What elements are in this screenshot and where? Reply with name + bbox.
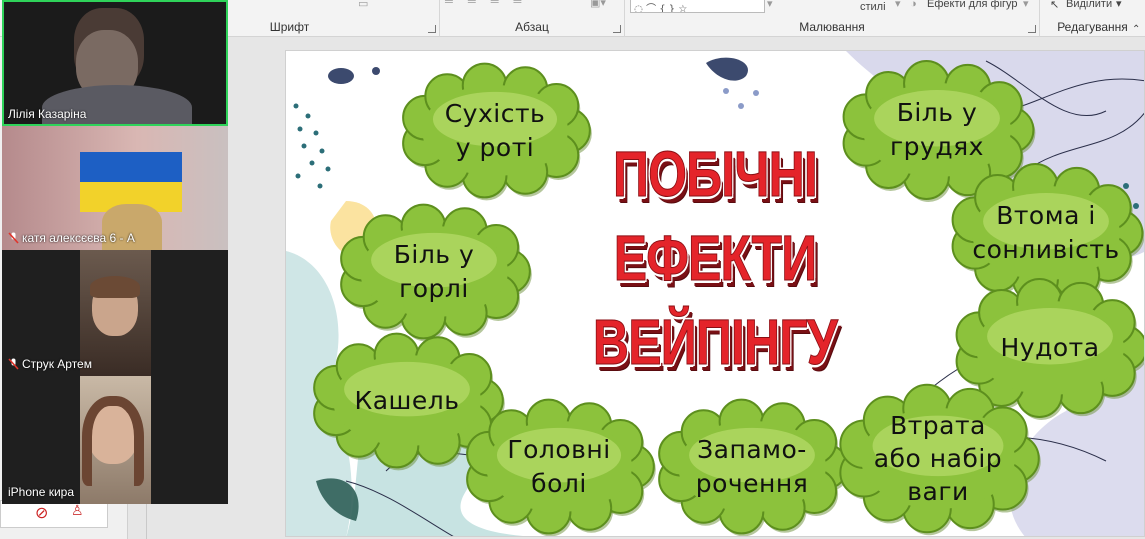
paragraph-dialog-launcher-icon[interactable] — [613, 25, 621, 33]
font-size-icon[interactable]: ▭ — [358, 0, 368, 10]
muted-mic-icon — [8, 358, 19, 370]
cloud-label-fatigue: Втома і сонливість — [972, 201, 1120, 264]
select-dropdown-icon[interactable]: ▾ — [1116, 0, 1122, 10]
slide-canvas[interactable]: ПОБІЧНІ ЕФЕКТИ ВЕЙПІНГУ Сухість у роті Б… — [285, 50, 1145, 537]
ribbon-group-drawing-label: Малювання — [799, 20, 865, 34]
figure-icon: ♙ — [71, 503, 84, 519]
no-vaping-icon: ⊘ — [35, 503, 49, 522]
collapse-ribbon-icon[interactable]: ⌃ — [1132, 24, 1140, 35]
cloud-label-weight-change: Втрата або набір ваги — [873, 411, 1003, 506]
participant-name-text-2: катя алексєєва 6 - А — [22, 231, 135, 245]
cloud-cough[interactable]: Кашель — [313, 332, 505, 471]
participant-name-text-4: iPhone кира — [8, 485, 74, 499]
participant-name-2: катя алексєєва 6 - А — [8, 231, 135, 245]
ribbon-group-editing-label: Редагування — [1057, 20, 1128, 34]
participant-name-text-3: Струк Артем — [22, 357, 92, 371]
select-button[interactable]: Виділити — [1066, 0, 1112, 10]
select-cursor-icon[interactable]: ↖ — [1050, 0, 1059, 11]
cloud-label-dizziness: Запамо- рочення — [695, 434, 809, 498]
styles-dropdown-icon[interactable]: ▾ — [895, 0, 901, 10]
cloud-dizziness[interactable]: Запамо- рочення — [658, 398, 850, 536]
ribbon-group-drawing: ◌ ⌒ { } ☆ ▾ стилі ▾ ◑ Ефекти для фігур ▾… — [625, 0, 1040, 37]
participant-name-3: Струк Артем — [8, 357, 92, 371]
shapes-gallery[interactable]: ◌ ⌒ { } ☆ — [630, 0, 765, 13]
cloud-label-headaches: Головні болі — [507, 434, 611, 498]
shape-effects-icon[interactable]: ◑ — [910, 0, 917, 10]
drawing-dialog-launcher-icon[interactable] — [1028, 25, 1036, 33]
video-tile-1[interactable]: Лілія Казаріна — [2, 0, 228, 126]
video-tile-4[interactable]: iPhone кира — [2, 376, 228, 504]
cloud-nausea[interactable]: Нудота — [955, 278, 1144, 420]
columns-icon[interactable]: ▣▾ — [590, 0, 606, 9]
participant-hair-3 — [90, 276, 140, 298]
ribbon-group-editing: ↖ Виділити ▾ Редагування — [1040, 0, 1145, 37]
cloud-label-chest-pain: Біль у грудях — [890, 98, 984, 161]
video-tile-3[interactable]: Струк Артем — [2, 250, 228, 376]
participant-hair-4 — [82, 396, 144, 486]
cloud-sore-throat[interactable]: Біль у горлі — [340, 203, 532, 342]
cloud-label-sore-throat: Біль у горлі — [393, 239, 475, 303]
shape-effects-button[interactable]: Ефекти для фігур — [927, 0, 1018, 10]
cloud-chest-pain[interactable]: Біль у грудях — [842, 60, 1036, 202]
quick-styles-label[interactable]: стилі — [860, 1, 886, 13]
screen: ▭ Шрифт ═ ═ ═ ═ ▣▾ Абзац ◌ ⌒ { } ☆ ▾ сти… — [0, 0, 1145, 539]
ukraine-flag-blue — [80, 152, 182, 182]
muted-mic-icon — [8, 232, 19, 244]
alignment-icons[interactable]: ═ ═ ═ ═ — [445, 0, 527, 8]
ribbon-group-paragraph: ═ ═ ═ ═ ▣▾ Абзац — [440, 0, 625, 37]
cloud-dry-mouth[interactable]: Сухість у роті — [402, 62, 592, 201]
cloud-label-cough: Кашель — [354, 385, 460, 415]
gallery-more-icon[interactable]: ▾ — [767, 0, 773, 10]
cloud-label-nausea: Нудота — [1000, 333, 1100, 362]
video-tile-2[interactable]: катя алексєєва 6 - А — [2, 126, 228, 250]
cloud-label-dry-mouth: Сухість у роті — [444, 98, 546, 162]
cloud-fatigue[interactable]: Втома і сонливість — [951, 163, 1144, 305]
cloud-headaches[interactable]: Головні болі — [466, 398, 656, 536]
slide-thumbnail[interactable]: ⊘ ♙ — [0, 500, 108, 528]
participant-name-text-1: Лілія Казаріна — [8, 107, 87, 121]
participant-name-4: iPhone кира — [8, 485, 74, 499]
cloud-weight-change[interactable]: Втрата або набір ваги — [839, 383, 1041, 536]
font-dialog-launcher-icon[interactable] — [428, 25, 436, 33]
shape-effects-dropdown-icon[interactable]: ▾ — [1023, 0, 1029, 10]
ribbon-group-paragraph-label: Абзац — [515, 20, 549, 34]
participant-name-1: Лілія Казаріна — [8, 107, 86, 121]
